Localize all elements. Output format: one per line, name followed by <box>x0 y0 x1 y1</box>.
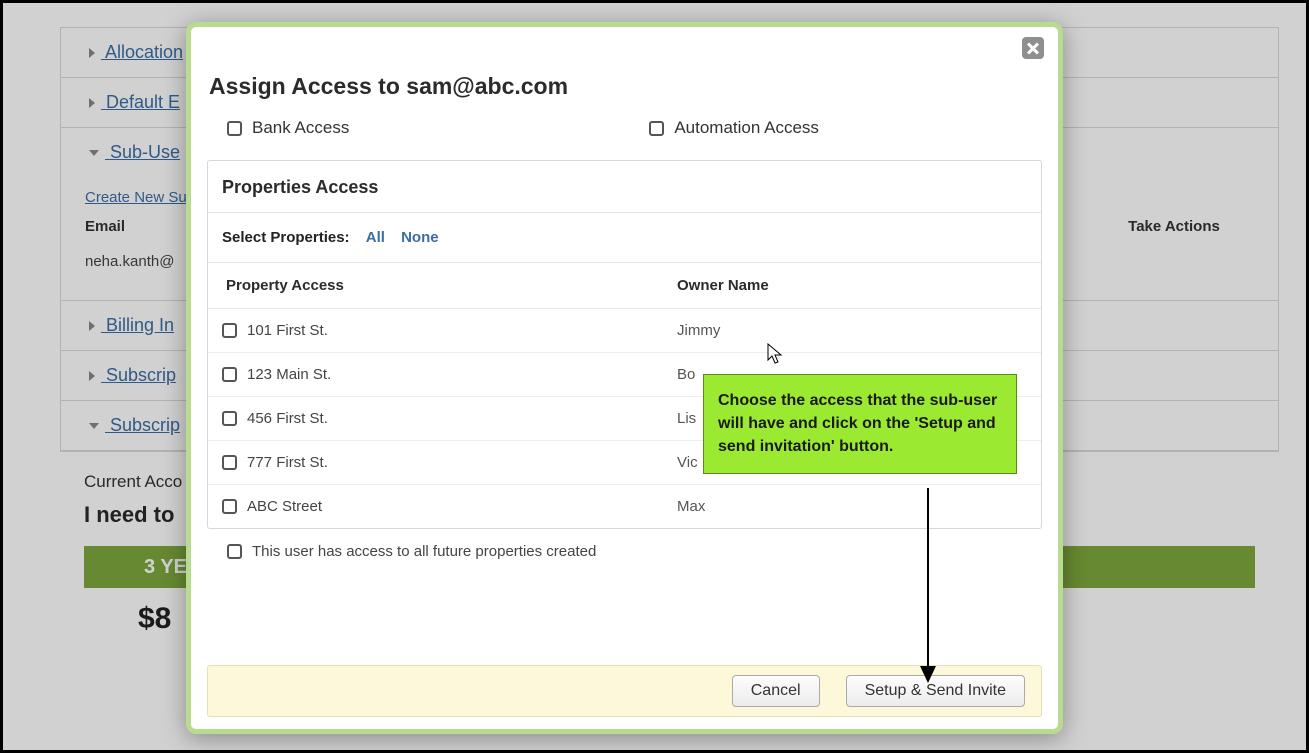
select-none-link[interactable]: None <box>401 229 439 246</box>
properties-panel: Properties Access Select Properties: All… <box>207 160 1042 529</box>
property-row: ABC Street Max <box>208 485 1041 528</box>
property-name: 123 Main St. <box>247 366 331 383</box>
future-properties-checkbox[interactable] <box>227 544 242 559</box>
property-checkbox[interactable] <box>222 499 237 514</box>
property-name: 456 First St. <box>247 410 328 427</box>
tooltip-callout: Choose the access that the sub-user will… <box>703 374 1017 474</box>
bank-access-checkbox[interactable] <box>227 121 242 136</box>
property-checkbox[interactable] <box>222 411 237 426</box>
close-icon[interactable] <box>1022 37 1044 59</box>
col-property-header: Property Access <box>222 277 677 294</box>
owner-name: Max <box>677 498 1027 515</box>
property-row: 101 First St. Jimmy <box>208 309 1041 353</box>
property-checkbox[interactable] <box>222 455 237 470</box>
modal-title: Assign Access to sam@abc.com <box>191 27 1058 118</box>
cancel-button[interactable]: Cancel <box>732 675 820 707</box>
owner-name: Jimmy <box>677 322 1027 339</box>
select-properties-label: Select Properties: <box>222 229 350 246</box>
automation-access-checkbox[interactable] <box>649 121 664 136</box>
col-owner-header: Owner Name <box>677 277 1027 294</box>
property-name: ABC Street <box>247 498 322 515</box>
future-properties-label: This user has access to all future prope… <box>252 543 596 560</box>
select-all-link[interactable]: All <box>366 229 385 246</box>
setup-send-invite-button[interactable]: Setup & Send Invite <box>846 675 1025 707</box>
property-name: 777 First St. <box>247 454 328 471</box>
property-checkbox[interactable] <box>222 323 237 338</box>
property-checkbox[interactable] <box>222 367 237 382</box>
modal-footer: Cancel Setup & Send Invite <box>207 665 1042 717</box>
properties-panel-title: Properties Access <box>208 161 1041 213</box>
automation-access-label: Automation Access <box>674 118 819 138</box>
bank-access-label: Bank Access <box>252 118 349 138</box>
property-name: 101 First St. <box>247 322 328 339</box>
